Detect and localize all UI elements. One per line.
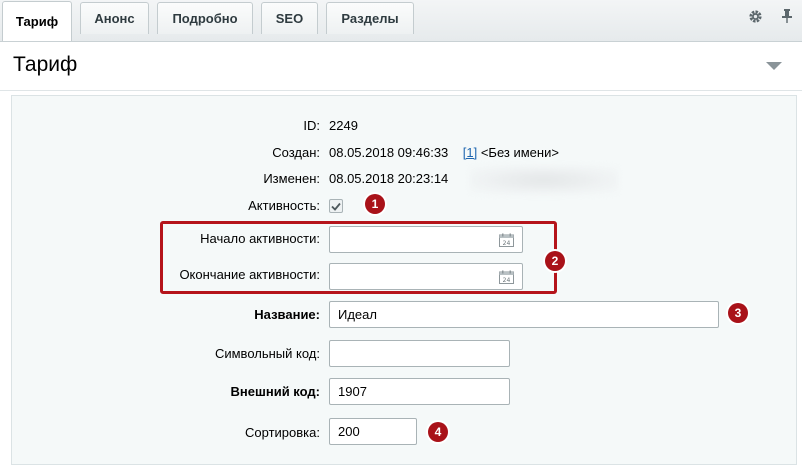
- pin-icon[interactable]: [777, 6, 797, 26]
- name-label: Название:: [254, 307, 320, 322]
- tab-tarif[interactable]: Тариф: [2, 1, 72, 41]
- id-value: 2249: [329, 118, 358, 133]
- code-label: Символьный код:: [214, 346, 320, 361]
- badge-2: 2: [545, 251, 565, 271]
- created-label: Создан:: [272, 145, 320, 160]
- xml-id-label: Внешний код:: [230, 384, 320, 399]
- created-user-name: <Без имени>: [480, 145, 559, 160]
- collapse-arrow-icon[interactable]: [766, 62, 782, 70]
- modified-value: 08.05.2018 20:23:14: [329, 171, 449, 186]
- tab-podrobno[interactable]: Подробно: [157, 2, 253, 34]
- id-label: ID:: [303, 118, 320, 133]
- highlight-box: [160, 221, 557, 294]
- name-input[interactable]: Идеал: [329, 301, 719, 328]
- code-input[interactable]: [329, 340, 510, 367]
- divider: [0, 90, 802, 91]
- badge-4: 4: [428, 422, 448, 442]
- xml-id-input[interactable]: 1907: [329, 378, 510, 405]
- tab-razdely[interactable]: Разделы: [326, 2, 414, 34]
- sort-input[interactable]: 200: [329, 418, 417, 445]
- modified-label: Изменен:: [263, 171, 320, 186]
- redacted-user: [470, 166, 618, 194]
- created-date: 08.05.2018 09:46:33: [329, 145, 449, 160]
- active-label: Активность:: [248, 198, 320, 213]
- badge-1: 1: [365, 194, 385, 214]
- tab-seo[interactable]: SEO: [261, 2, 318, 34]
- created-value: 08.05.2018 09:46:33 [1] <Без имени>: [329, 145, 559, 160]
- tab-anons[interactable]: Анонс: [80, 2, 149, 34]
- active-checkbox[interactable]: [329, 199, 343, 213]
- gear-icon[interactable]: [745, 6, 765, 26]
- tab-bar: Тариф Анонс Подробно SEO Разделы: [0, 0, 802, 42]
- section-title: Тариф: [13, 53, 78, 76]
- check-icon: [331, 202, 341, 211]
- sort-label: Сортировка:: [245, 425, 320, 440]
- created-user-link[interactable]: [1]: [463, 145, 477, 160]
- badge-3: 3: [728, 303, 748, 323]
